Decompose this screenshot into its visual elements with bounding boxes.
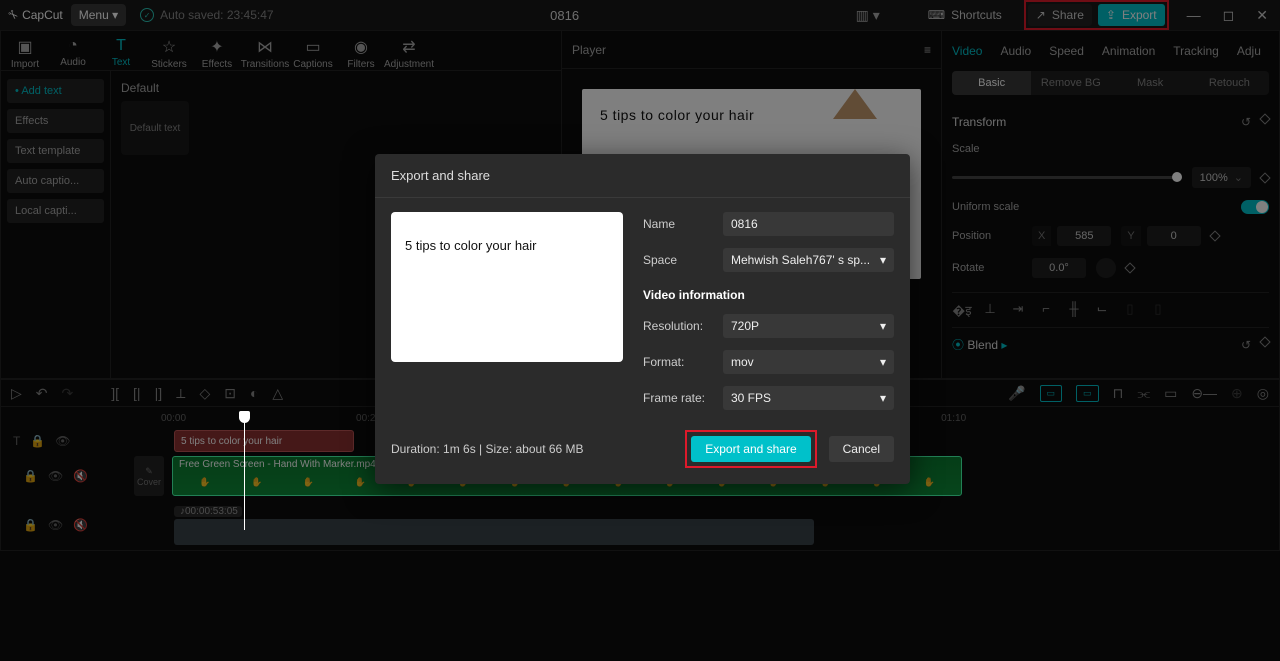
field-format-label: Format: (643, 355, 713, 369)
export-duration-info: Duration: 1m 6s | Size: about 66 MB (391, 442, 584, 456)
resolution-select[interactable]: 720P▾ (723, 314, 894, 338)
field-resolution-label: Resolution: (643, 319, 713, 333)
chevron-down-icon: ▾ (880, 391, 886, 405)
modal-title: Export and share (375, 154, 910, 198)
export-space-select[interactable]: Mehwish Saleh767' s sp...▾ (723, 248, 894, 272)
export-preview: 5 tips to color your hair (391, 212, 623, 362)
field-name-label: Name (643, 217, 713, 231)
export-modal: Export and share 5 tips to color your ha… (375, 154, 910, 484)
chevron-down-icon: ▾ (880, 253, 886, 267)
chevron-down-icon: ▾ (880, 319, 886, 333)
format-select[interactable]: mov▾ (723, 350, 894, 374)
highlight-export-confirm: Export and share (685, 430, 816, 468)
export-name-input[interactable] (723, 212, 894, 236)
field-framerate-label: Frame rate: (643, 391, 713, 405)
playhead[interactable] (244, 411, 245, 530)
field-space-label: Space (643, 253, 713, 267)
cancel-button[interactable]: Cancel (829, 436, 894, 462)
chevron-down-icon: ▾ (880, 355, 886, 369)
framerate-select[interactable]: 30 FPS▾ (723, 386, 894, 410)
export-and-share-button[interactable]: Export and share (691, 436, 810, 462)
video-info-heading: Video information (643, 288, 894, 302)
